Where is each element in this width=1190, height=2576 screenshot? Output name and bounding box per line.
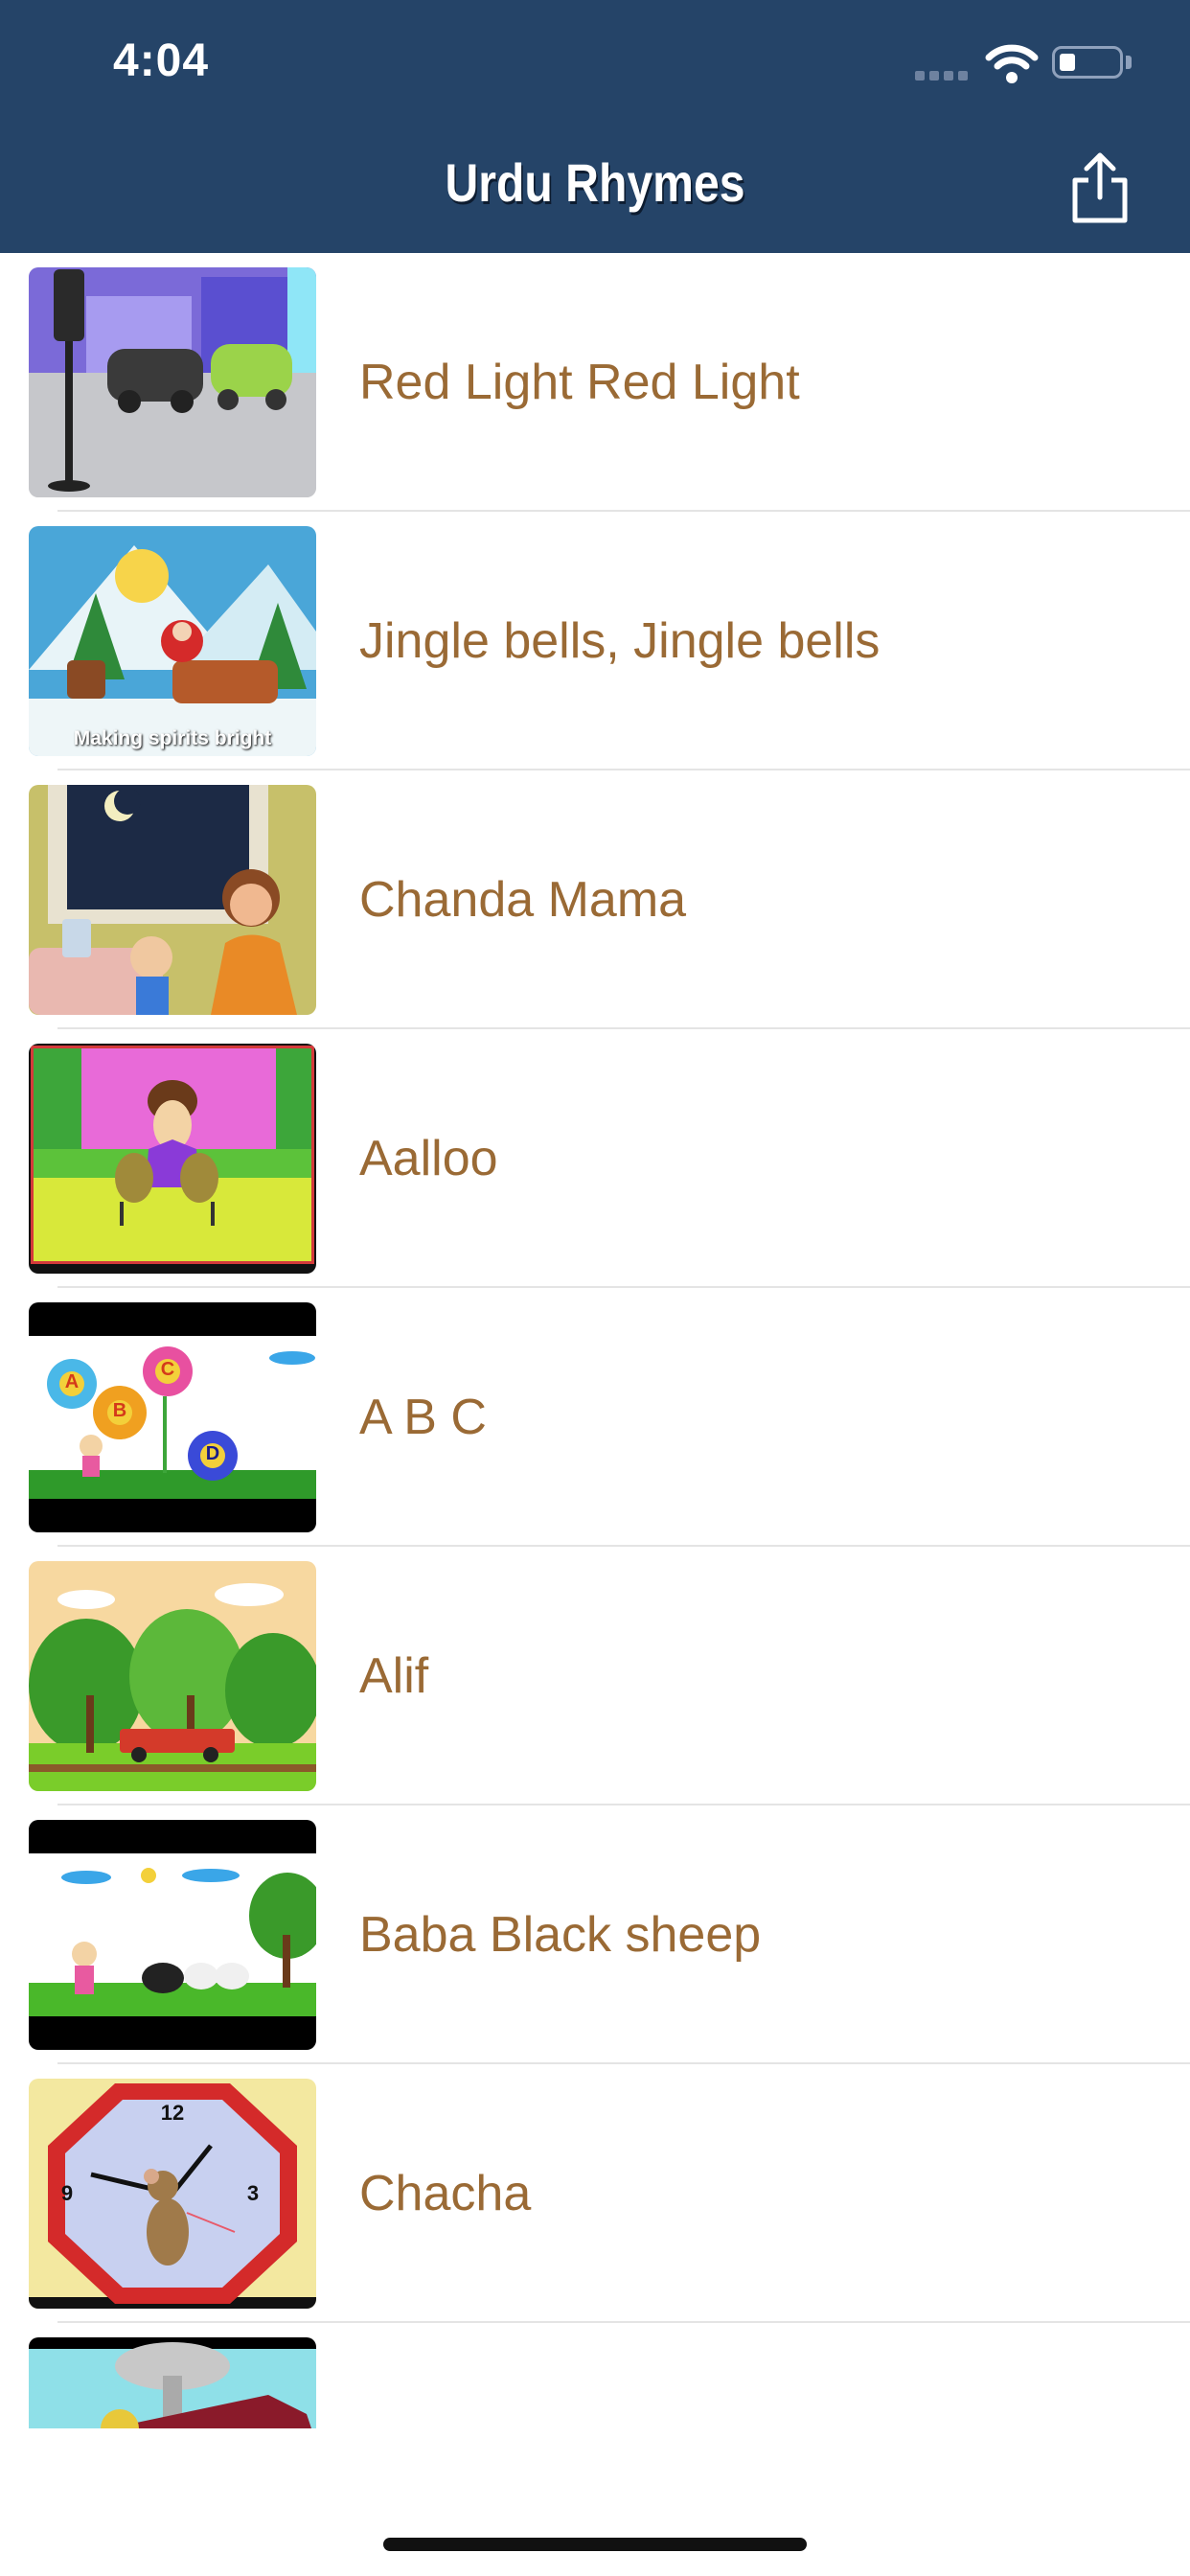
rhyme-title: Alif [359,1648,429,1704]
list-item[interactable] [0,2323,1190,2428]
home-indicator[interactable] [383,2538,807,2551]
rhyme-title: A B C [359,1390,487,1445]
rhyme-title: Baba Black sheep [359,1907,762,1963]
rhyme-title: Jingle bells, Jingle bells [359,613,881,669]
navigation-bar: 4:04 Urdu Rhymes [0,0,1190,253]
clock-number-3: 3 [246,2181,260,2205]
battery-icon [1052,46,1123,79]
thumbnail-image [29,1561,316,1791]
thumbnail-image [29,526,316,756]
clock-number-9: 9 [60,2181,74,2205]
battery-nub [1126,56,1132,69]
list-item[interactable]: 12 3 9 Chacha [0,2064,1190,2323]
list-item[interactable]: Chanda Mama [0,770,1190,1029]
thumbnail-image [29,785,316,1015]
list-item[interactable]: Aalloo [0,1029,1190,1288]
thumbnail-image [29,1302,316,1532]
thumbnail-image [29,267,316,497]
thumbnail-image [29,2337,316,2428]
share-icon[interactable] [1065,150,1134,226]
clock-number-12: 12 [160,2101,185,2125]
rhyme-title: Red Light Red Light [359,355,800,410]
list-item[interactable]: Baba Black sheep [0,1806,1190,2064]
wifi-icon [985,44,1039,83]
thumbnail-image [29,1044,316,1274]
list-item[interactable]: Making spirits bright Jingle bells, Jing… [0,512,1190,770]
rhyme-title: Aalloo [359,1131,498,1186]
page-title: Urdu Rhymes [445,152,745,213]
rhyme-title: Chacha [359,2166,532,2221]
thumbnail-image [29,1820,316,2050]
list-item[interactable]: A B C D A B C [0,1288,1190,1547]
rhyme-title: Chanda Mama [359,872,687,928]
thumbnail-letter-b: B [112,1400,127,1421]
thumbnail-letter-d: D [205,1443,220,1464]
status-time: 4:04 [113,35,210,86]
list-item[interactable]: Alif [0,1547,1190,1806]
thumbnail-caption: Making spirits bright [73,727,272,749]
cellular-signal-icon [915,71,971,80]
rhymes-list[interactable]: Red Light Red Light Making spirits brigh… [0,253,1190,2428]
thumbnail-letter-c: C [160,1359,175,1380]
list-item[interactable]: Red Light Red Light [0,253,1190,512]
thumbnail-letter-a: A [64,1371,80,1392]
